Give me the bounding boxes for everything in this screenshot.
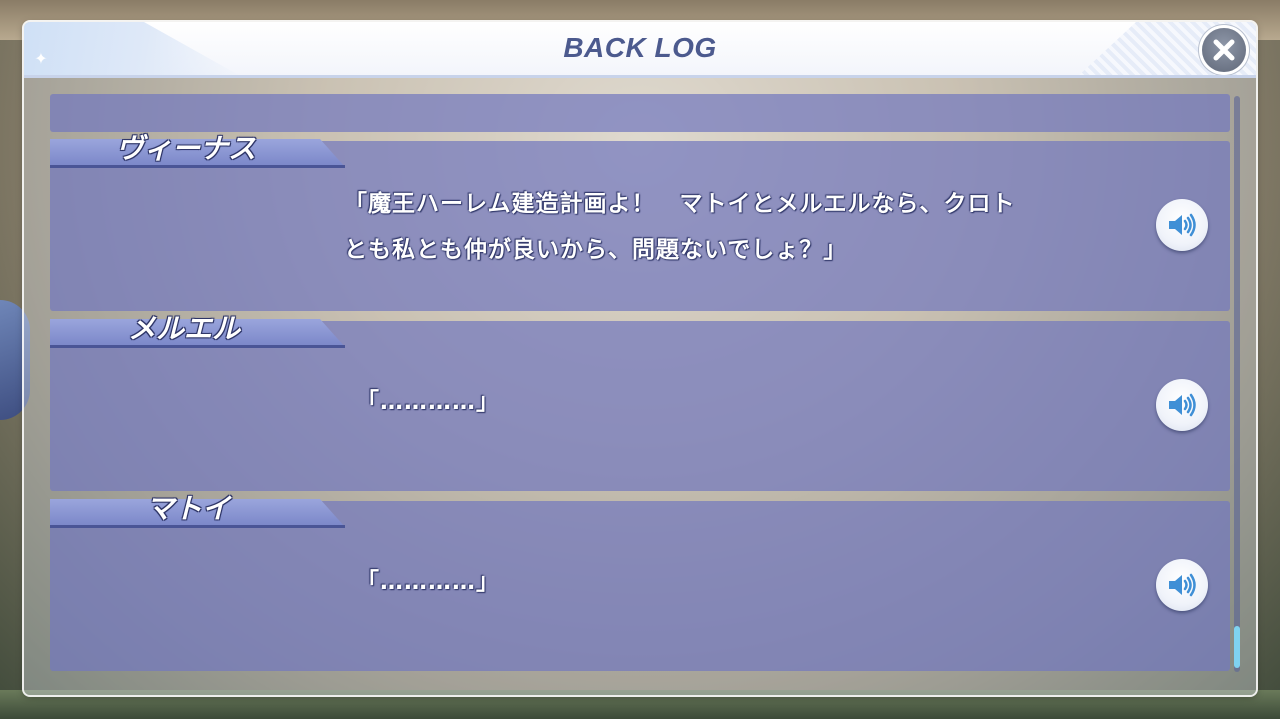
window-title: BACK LOG [563,32,717,63]
dialogue-line: 「魔王ハーレム建造計画よ！ マトイとメルエルなら、クロト [344,191,1016,217]
speaker-name: メルエル [128,312,241,345]
dialogue-line: とも私とも仲が良いから、問題ないでしょ？」 [344,237,848,263]
dialogue-line: 「…………」 [356,569,500,595]
log-entry-partial [50,94,1230,132]
close-icon [1213,39,1235,61]
speaker-name: ヴィーナス [116,132,257,165]
scrollbar-thumb[interactable] [1234,626,1240,668]
log-entry: マトイ 「…………」 [50,492,1230,671]
speaker-name: マトイ [146,492,231,525]
close-button[interactable] [1202,28,1246,72]
dialogue-text: 「…………」 [356,379,1156,425]
voice-replay-button[interactable] [1156,559,1208,611]
log-entry: ヴィーナス 「魔王ハーレム建造計画よ！ マトイとメルエルなら、クロト とも私とも… [50,132,1230,311]
title-bar: ✦ BACK LOG [24,22,1256,78]
voice-replay-button[interactable] [1156,379,1208,431]
scrollbar[interactable] [1234,96,1240,672]
speaker-icon [1169,213,1196,237]
speaker-icon [1169,573,1196,597]
dialogue-text: 「…………」 [356,559,1156,605]
speaker-icon [1169,393,1196,417]
dialogue-text: 「魔王ハーレム建造計画よ！ マトイとメルエルなら、クロト とも私とも仲が良いから… [344,181,1144,273]
voice-replay-button[interactable] [1156,199,1208,251]
dialogue-line: 「…………」 [356,389,500,415]
log-list[interactable]: ヴィーナス 「魔王ハーレム建造計画よ！ マトイとメルエルなら、クロト とも私とも… [48,92,1230,682]
backlog-window: ✦ BACK LOG ヴィーナス 「魔王ハーレム建造計画よ！ マトイとメルエルな… [24,22,1256,695]
log-entry: メルエル 「…………」 [50,312,1230,491]
